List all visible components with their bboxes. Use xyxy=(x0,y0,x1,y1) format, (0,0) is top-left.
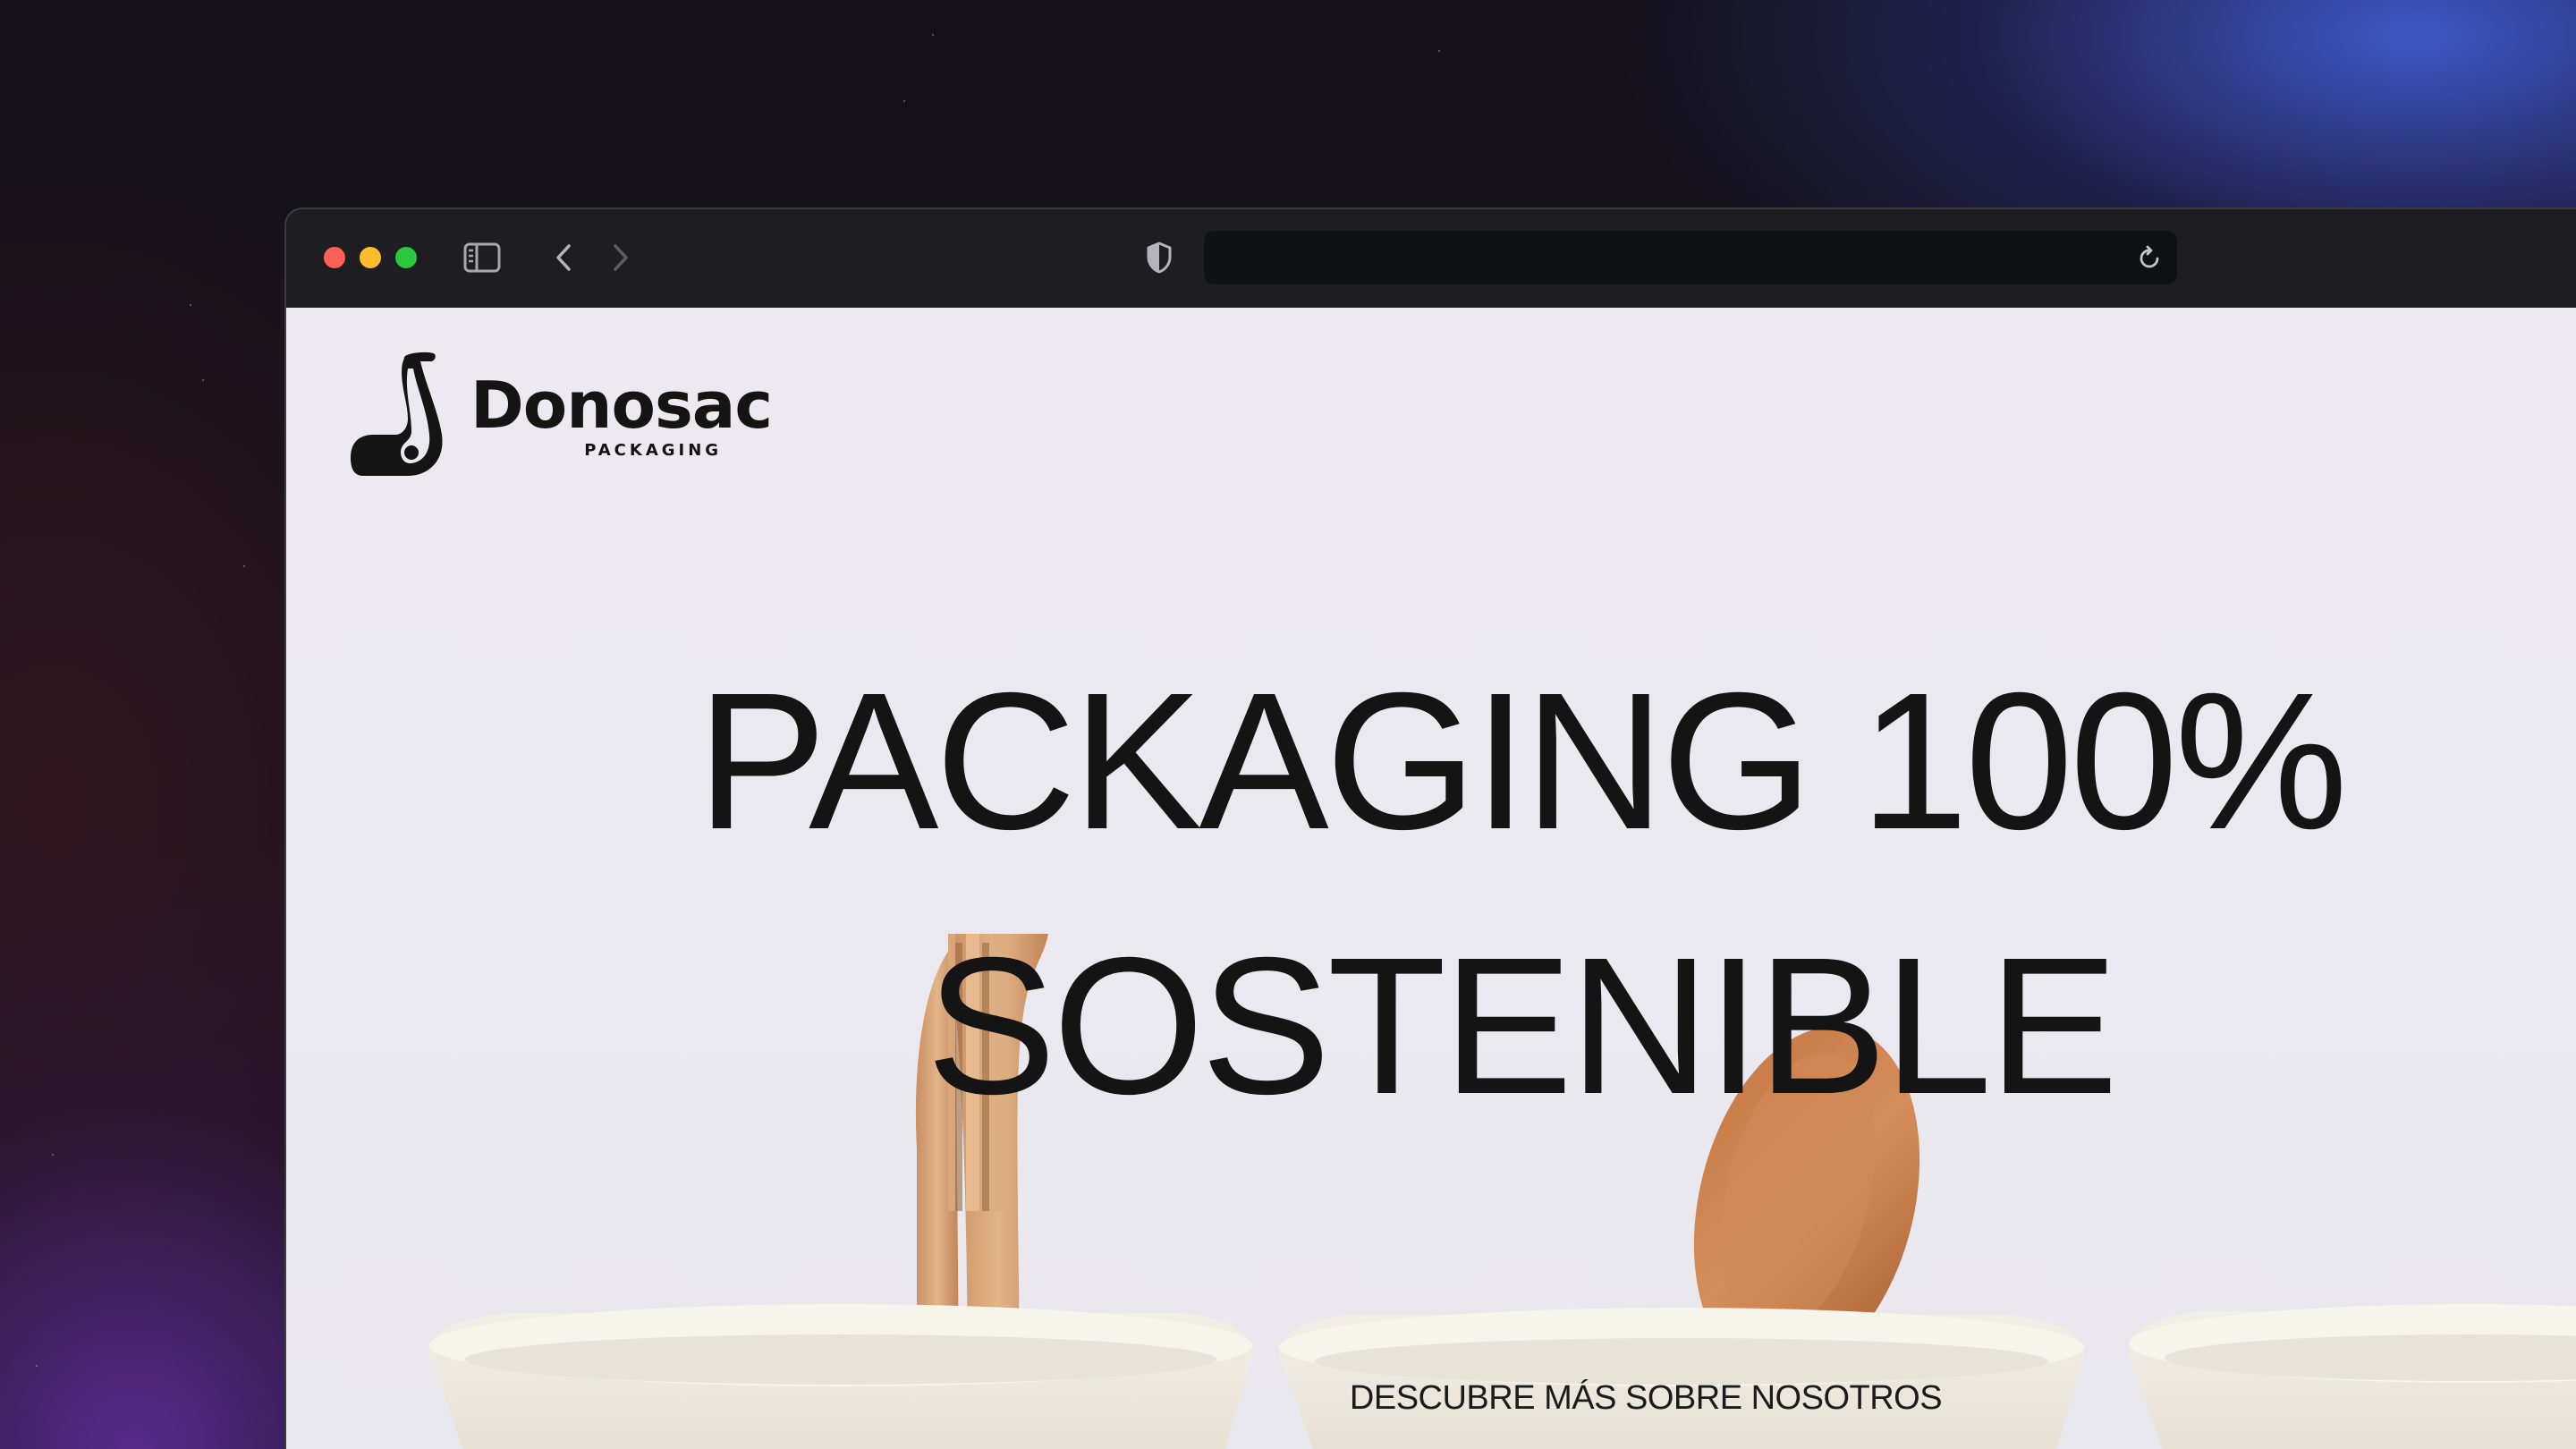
site-logo[interactable]: Donosac PACKAGING xyxy=(349,349,773,478)
background-star xyxy=(1438,50,1440,52)
address-bar[interactable] xyxy=(1204,231,2177,284)
background-star xyxy=(932,34,934,36)
background-star xyxy=(52,1154,54,1156)
minimize-window-button[interactable] xyxy=(360,247,381,268)
brand-tagline: PACKAGING xyxy=(584,440,723,460)
background-star xyxy=(36,1365,38,1367)
chevron-right-icon[interactable] xyxy=(603,240,639,275)
compostable-cup-center xyxy=(1279,1308,2084,1449)
background-star xyxy=(190,304,191,306)
desktop-background: Donosac PACKAGING PACKAGING 100% SOSTENI… xyxy=(0,0,2576,1449)
reload-icon[interactable] xyxy=(2136,243,2165,272)
background-star xyxy=(202,379,204,381)
browser-toolbar xyxy=(286,209,2576,308)
web-page: Donosac PACKAGING PACKAGING 100% SOSTENI… xyxy=(286,308,2576,1449)
hero-title-line-1: PACKAGING 100% xyxy=(696,653,2348,870)
compostable-cup-right xyxy=(2129,1304,2576,1449)
shield-icon[interactable] xyxy=(1141,240,1177,275)
hero-title-line-2: SOSTENIBLE xyxy=(926,918,2119,1135)
close-window-button[interactable] xyxy=(324,247,345,268)
discover-more-link[interactable]: DESCUBRE MÁS SOBRE NOSOTROS xyxy=(1342,1379,1950,1418)
sidebar-icon[interactable] xyxy=(462,240,503,275)
compostable-cup-left xyxy=(429,1304,1252,1449)
brand-name: Donosac xyxy=(470,367,773,443)
background-star xyxy=(243,565,245,567)
background-star xyxy=(903,100,905,102)
zoom-window-button[interactable] xyxy=(395,247,417,268)
chevron-left-icon[interactable] xyxy=(546,240,581,275)
logo-wordmark: Donosac PACKAGING xyxy=(470,367,773,460)
hero-title: PACKAGING 100% SOSTENIBLE xyxy=(555,630,2487,1159)
donosac-logo-icon xyxy=(351,352,443,476)
browser-window: Donosac PACKAGING PACKAGING 100% SOSTENI… xyxy=(284,208,2576,1449)
